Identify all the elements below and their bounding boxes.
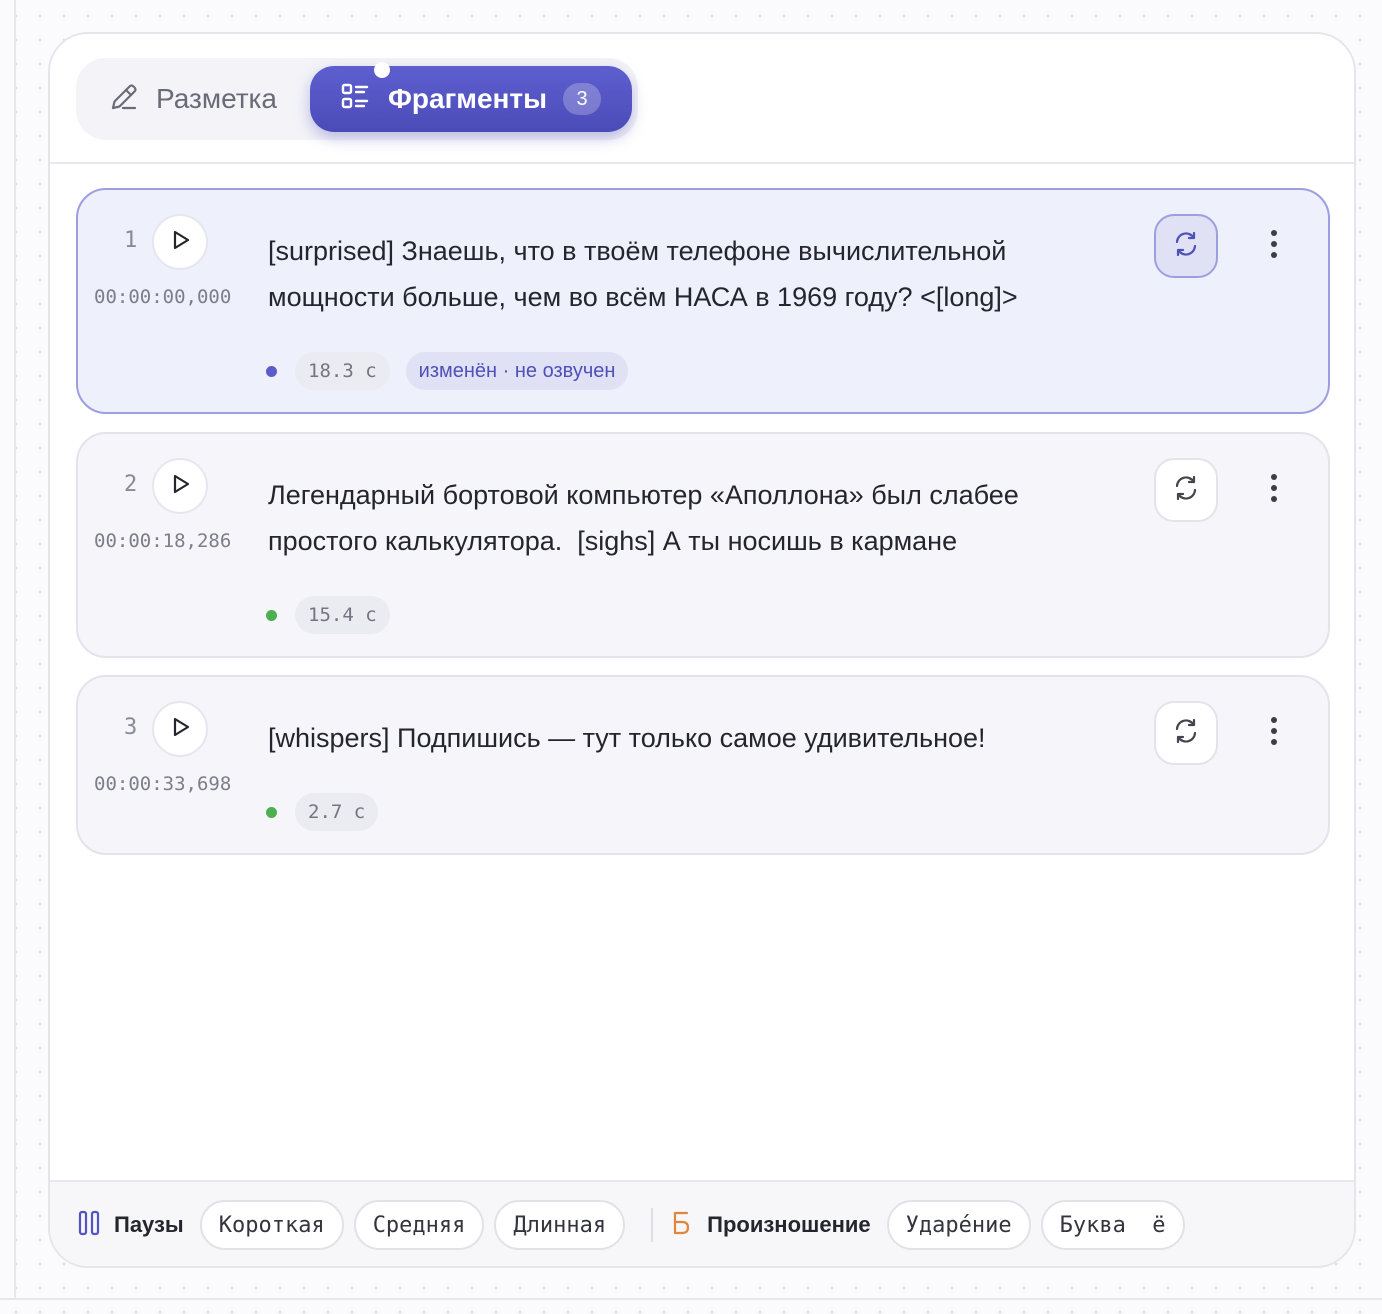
fragment-card-2[interactable]: 2 00:00:18,286 Легендарный бортовой комп… bbox=[76, 432, 1330, 658]
fragment-number: 3 bbox=[124, 715, 138, 740]
pause-short-chip[interactable]: Короткая bbox=[199, 1200, 344, 1250]
pronunciation-label: Произношение bbox=[707, 1212, 871, 1237]
fragment-text[interactable]: [surprised] Знаешь, что в твоём телефоне… bbox=[268, 228, 1128, 320]
tab-fragments-label: Фрагменты bbox=[388, 83, 548, 114]
toolbar-divider bbox=[651, 1208, 654, 1242]
fragment-text-line: [surprised] Знаешь, что в твоём телефоне… bbox=[268, 236, 1007, 266]
more-button[interactable] bbox=[1252, 707, 1296, 759]
play-icon bbox=[167, 471, 193, 502]
fragment-timecode: 00:00:33,698 bbox=[94, 773, 232, 795]
play-button[interactable] bbox=[152, 701, 208, 757]
fragment-card-1[interactable]: 1 00:00:00,000 [surprised] Знаешь, что в… bbox=[76, 188, 1330, 414]
pause-long-chip[interactable]: Длинная bbox=[494, 1200, 626, 1250]
more-button[interactable] bbox=[1252, 464, 1296, 516]
tab-fragments[interactable]: Фрагменты 3 bbox=[310, 66, 632, 132]
fragment-text[interactable]: [whispers] Подпишись — тут только самое … bbox=[268, 715, 1128, 761]
list-icon bbox=[340, 82, 370, 117]
refresh-icon bbox=[1172, 474, 1200, 507]
regenerate-button[interactable] bbox=[1154, 701, 1218, 765]
tab-markup-label: Разметка bbox=[156, 83, 277, 114]
fragment-text-line: мощности больше, чем во всём НАСА в 1969… bbox=[268, 282, 1018, 312]
fragment-meta: 2.7 с bbox=[266, 793, 379, 831]
more-button[interactable] bbox=[1252, 220, 1296, 272]
status-badge: изменён · не озвучен bbox=[405, 352, 629, 390]
status-dot bbox=[266, 806, 277, 818]
status-dot bbox=[266, 365, 277, 377]
markup-toolbar: Паузы Короткая Средняя Длинная Произноше… bbox=[50, 1180, 1354, 1266]
bottom-rule bbox=[0, 1298, 1382, 1300]
regenerate-button[interactable] bbox=[1154, 214, 1218, 278]
fragment-text-line: Легендарный бортовой компьютер «Аполлона… bbox=[268, 480, 1019, 510]
pauses-group-title: Паузы bbox=[78, 1210, 184, 1241]
duration-pill: 2.7 с bbox=[295, 793, 379, 831]
letter-yo-chip[interactable]: Буква ё bbox=[1040, 1200, 1185, 1250]
pauses-label: Паузы bbox=[114, 1212, 184, 1237]
pause-medium-chip[interactable]: Средняя bbox=[353, 1200, 485, 1250]
duration-pill: 18.3 с bbox=[295, 352, 390, 390]
fragment-count-badge: 3 bbox=[563, 83, 602, 115]
play-icon bbox=[167, 714, 193, 745]
fragment-text[interactable]: Легендарный бортовой компьютер «Аполлона… bbox=[268, 472, 1128, 564]
play-icon bbox=[167, 227, 193, 258]
tabs-bar: Разметка Фрагменты 3 bbox=[50, 34, 1354, 164]
regenerate-button[interactable] bbox=[1154, 458, 1218, 522]
pronunciation-group-title: Произношение bbox=[671, 1210, 871, 1241]
fragment-number: 1 bbox=[124, 228, 138, 253]
fragment-text-line: [whispers] Подпишись — тут только самое … bbox=[268, 723, 986, 753]
stress-chip[interactable]: Ударе́ние bbox=[886, 1200, 1031, 1250]
more-vertical-icon bbox=[1270, 473, 1278, 508]
status-dot bbox=[266, 609, 277, 621]
fragment-card-3[interactable]: 3 00:00:33,698 [whispers] Подпишись — ту… bbox=[76, 675, 1330, 855]
fragment-text-line: простого калькулятора. [sighs] А ты носи… bbox=[268, 526, 958, 556]
more-vertical-icon bbox=[1270, 229, 1278, 264]
refresh-icon bbox=[1172, 230, 1200, 263]
fragment-meta: 18.3 с изменён · не озвучен bbox=[266, 352, 629, 390]
fragment-meta: 15.4 с bbox=[266, 596, 390, 634]
play-button[interactable] bbox=[152, 458, 208, 514]
more-vertical-icon bbox=[1270, 716, 1278, 751]
fragment-number: 2 bbox=[124, 472, 138, 497]
duration-pill: 15.4 с bbox=[295, 596, 390, 634]
play-button[interactable] bbox=[152, 214, 208, 270]
editor-panel: Разметка Фрагменты 3 1 00:00:00,000 [sur… bbox=[48, 32, 1356, 1268]
tab-markup[interactable]: Разметка bbox=[90, 66, 310, 132]
pause-icon bbox=[78, 1210, 100, 1241]
tab-group: Разметка Фрагменты 3 bbox=[76, 58, 638, 140]
refresh-icon bbox=[1172, 717, 1200, 750]
pencil-icon bbox=[108, 81, 140, 118]
fragment-timecode: 00:00:00,000 bbox=[94, 286, 232, 308]
left-rule bbox=[14, 0, 16, 1300]
letter-b-icon bbox=[671, 1210, 693, 1241]
fragment-timecode: 00:00:18,286 bbox=[94, 530, 232, 552]
notification-dot bbox=[374, 62, 390, 78]
